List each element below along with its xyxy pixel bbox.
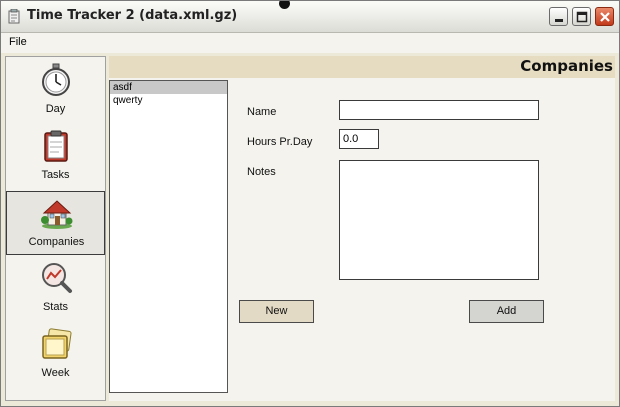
name-field[interactable] (339, 100, 539, 120)
hours-per-day-field[interactable] (339, 129, 379, 149)
sidebar-item-day[interactable]: Day (6, 59, 105, 123)
sidebar: Day Tasks Companies Stats Week (5, 56, 106, 401)
panel-title: Companies (520, 57, 613, 75)
menu-bar: File (1, 33, 619, 53)
name-label: Name (247, 106, 277, 118)
close-icon (600, 12, 610, 22)
list-item[interactable]: asdf (110, 81, 227, 94)
house-icon (40, 196, 74, 230)
sidebar-label-day: Day (45, 103, 66, 115)
company-list[interactable]: asdf qwerty (109, 80, 228, 393)
sidebar-item-stats[interactable]: Stats (6, 257, 105, 321)
close-button[interactable] (595, 7, 614, 26)
maximize-button[interactable] (572, 7, 591, 26)
minimize-icon (555, 19, 563, 22)
sidebar-item-tasks[interactable]: Tasks (6, 125, 105, 189)
sidebar-label-companies: Companies (28, 236, 85, 248)
notes-label: Notes (247, 166, 276, 178)
magnifier-chart-icon (39, 261, 73, 295)
companies-panel: Companies asdf qwerty Name Hours Pr.Day … (109, 56, 615, 401)
pin-dot-icon (279, 1, 290, 9)
clipboard-icon (39, 129, 73, 163)
window-title: Time Tracker 2 (data.xml.gz) (27, 8, 238, 23)
title-bar[interactable]: Time Tracker 2 (data.xml.gz) (1, 1, 619, 33)
calendar-stack-icon (39, 327, 73, 361)
sidebar-label-week: Week (41, 367, 70, 379)
hours-label: Hours Pr.Day (247, 136, 313, 148)
new-button[interactable]: New (239, 300, 314, 323)
sidebar-item-companies[interactable]: Companies (6, 191, 105, 255)
sidebar-label-stats: Stats (42, 301, 69, 313)
maximize-icon (576, 11, 588, 23)
app-icon (8, 8, 20, 24)
add-button[interactable]: Add (469, 300, 544, 323)
list-item[interactable]: qwerty (110, 94, 227, 107)
sidebar-item-week[interactable]: Week (6, 323, 105, 387)
sidebar-label-tasks: Tasks (41, 169, 70, 181)
stopwatch-icon (39, 63, 73, 97)
panel-header: Companies (109, 56, 615, 78)
app-window: Time Tracker 2 (data.xml.gz) File Day Ta… (0, 0, 620, 407)
menu-file[interactable]: File (9, 36, 27, 48)
minimize-button[interactable] (549, 7, 568, 26)
notes-textarea[interactable] (339, 160, 539, 280)
